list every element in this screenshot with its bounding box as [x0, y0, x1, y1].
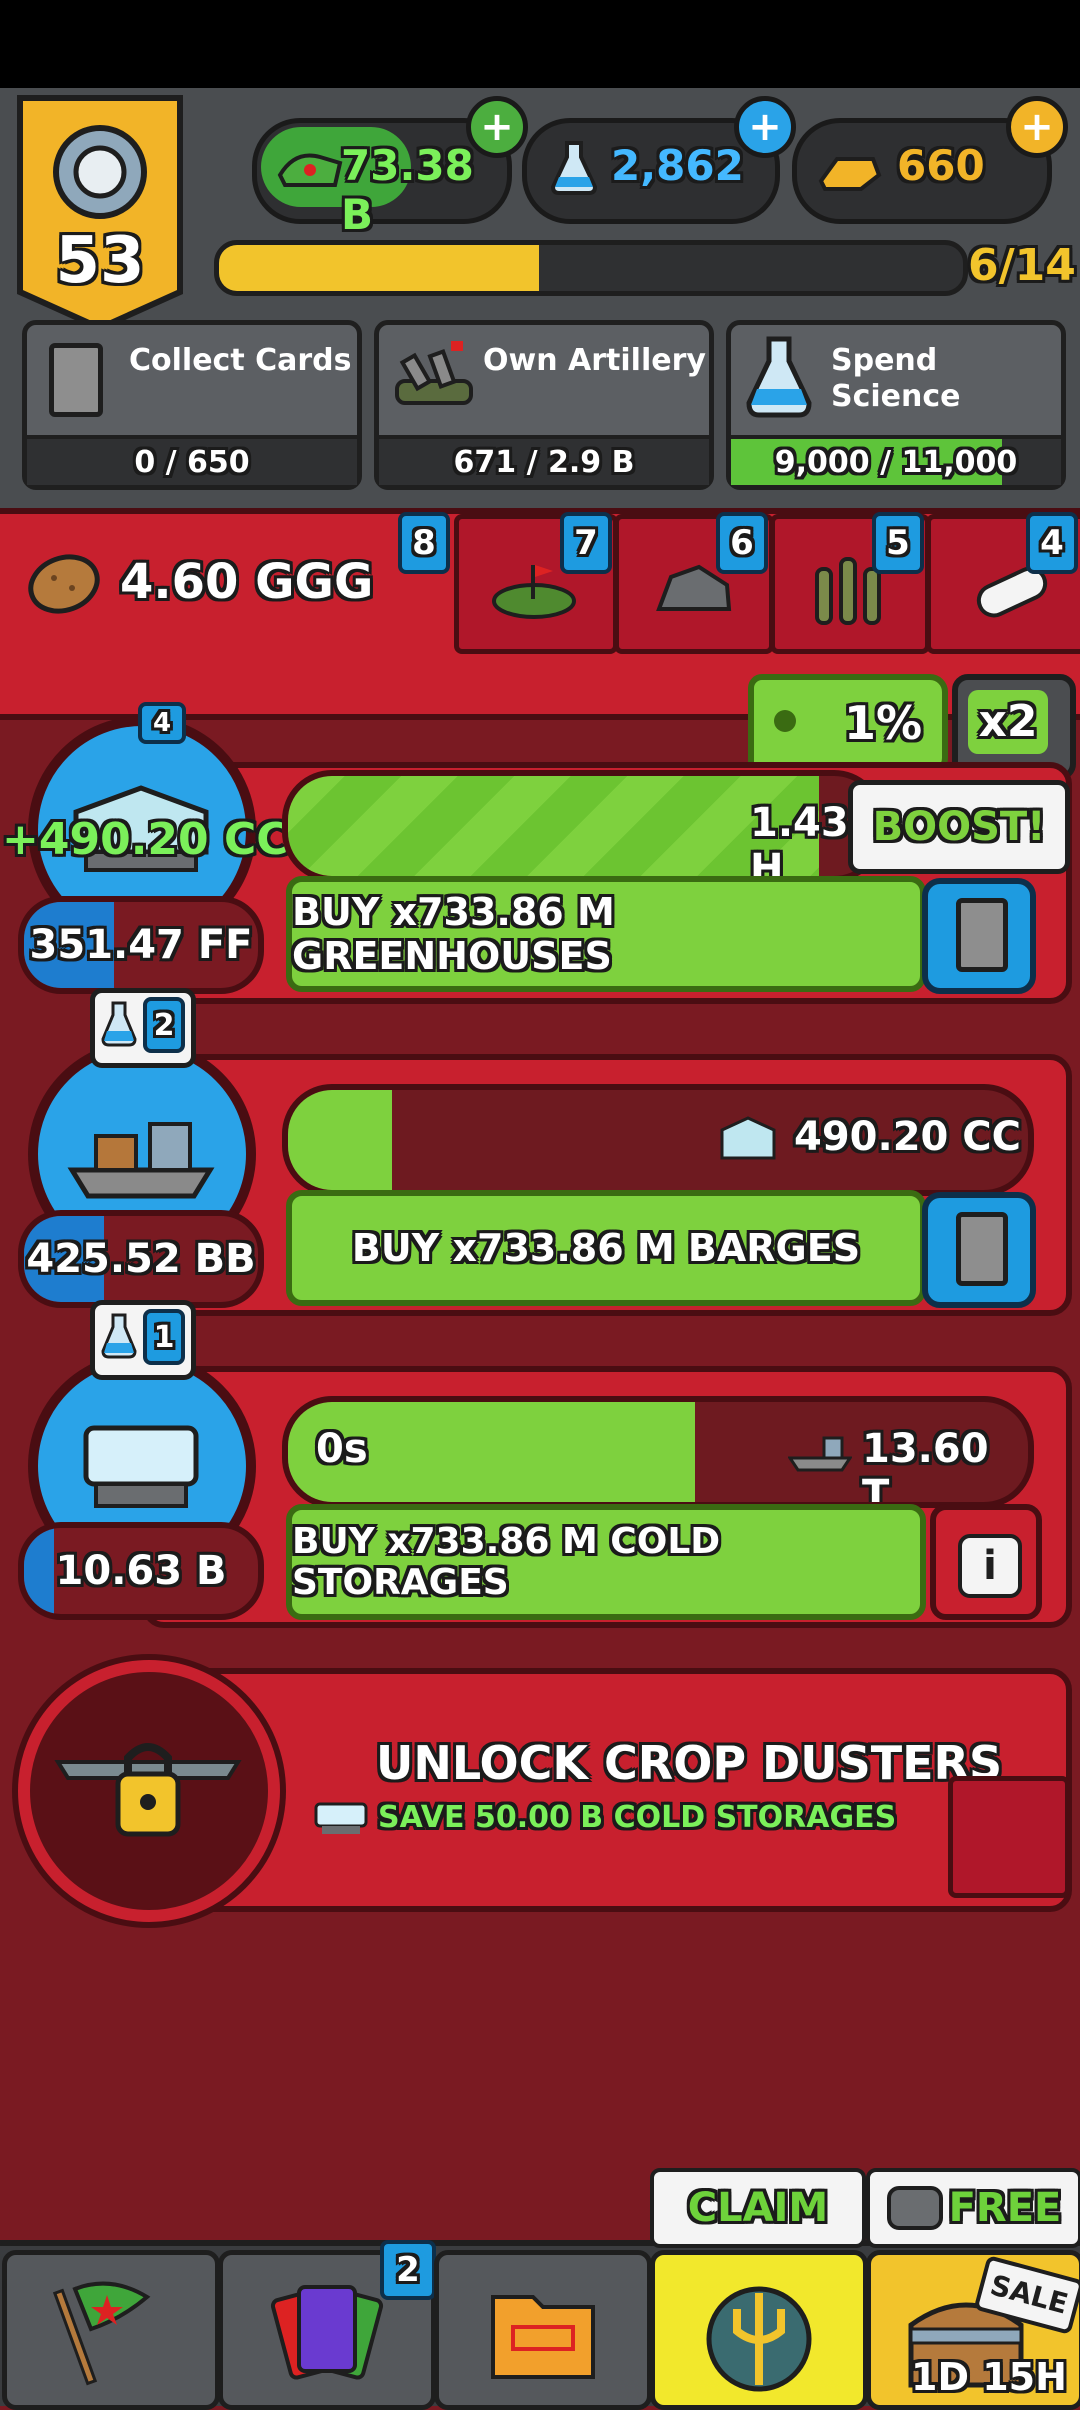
- cards-badge: 2: [380, 2240, 436, 2300]
- greenhouse-owned: 351.47 FF: [18, 896, 264, 994]
- level-number: 53: [55, 224, 145, 298]
- barge-progress: 490.20 CC: [282, 1084, 1034, 1196]
- cold-science-badge: 1: [90, 1300, 196, 1380]
- gold-bar-icon: [818, 157, 882, 191]
- tab-badge-6: 6: [716, 512, 768, 574]
- cold-storage-owned: 10.63 B: [18, 1522, 264, 1620]
- goal-progress: 671 / 2.9 B: [379, 435, 709, 485]
- cold-storage-icon: [83, 1425, 199, 1508]
- goal-progress: 0 / 650: [27, 435, 357, 485]
- barge-science-badge: 2: [90, 988, 196, 1068]
- barge-progress-text: 490.20 CC: [794, 1114, 1021, 1160]
- science-amount: 2,862: [611, 141, 744, 190]
- cold-storage-timer: 0s: [316, 1426, 368, 1472]
- science-flask-icon: [101, 1001, 137, 1047]
- goal-title: Collect Cards: [129, 343, 352, 378]
- tab-badge-5: 5: [872, 512, 924, 574]
- folder-icon: [491, 2295, 595, 2379]
- nav-missions[interactable]: [2, 2250, 220, 2410]
- greenhouse-progress: 1.43 H: [282, 770, 884, 882]
- info-icon: i: [958, 1534, 1022, 1598]
- goal-collect-cards[interactable]: Collect Cards 0 / 650: [22, 320, 362, 490]
- buy-greenhouses-label: BUY x733.86 M GREENHOUSES: [292, 890, 615, 978]
- tab-badge-8: 8: [398, 512, 450, 574]
- unlock-panel: [142, 1668, 1072, 1912]
- nav-claim-reward[interactable]: [650, 2250, 868, 2410]
- info-button[interactable]: i: [930, 1504, 1042, 1620]
- multiplier-label: x2: [968, 690, 1048, 754]
- level-progress-text: 6/14: [968, 240, 1076, 291]
- manager-card-button[interactable]: [922, 1192, 1036, 1308]
- level-progress-bar: [214, 240, 968, 296]
- sale-timer: 1D 15H: [911, 2355, 1067, 2399]
- barge-small-icon: [788, 1436, 852, 1472]
- card-icon: [956, 898, 1008, 972]
- greenhouse-owned-text: 351.47 FF: [29, 922, 253, 968]
- tab-badge-7: 7: [560, 512, 612, 574]
- boost-label: BOOST!: [872, 804, 1046, 850]
- cold-storage-progress-text: 13.60 T: [862, 1426, 989, 1508]
- free-label: FREE: [948, 2185, 1062, 2231]
- card-icon: [49, 343, 103, 417]
- cash-icon: [277, 153, 343, 187]
- artillery-icon: [395, 341, 473, 405]
- locked-crop-duster-circle[interactable]: [18, 1660, 280, 1922]
- goal-progress: 9,000 / 11,000: [731, 435, 1061, 485]
- greenhouse-small-icon: [720, 1116, 776, 1160]
- free-offer-button[interactable]: FREE: [866, 2168, 1080, 2248]
- tag-hole-icon: [774, 710, 796, 732]
- cold-storage-progress: 0s 13.60 T: [282, 1396, 1034, 1508]
- science-flask-icon: [746, 336, 812, 418]
- cold-storage-owned-text: 10.63 B: [55, 1548, 227, 1594]
- nav-research[interactable]: [434, 2250, 652, 2410]
- goal-own-artillery[interactable]: Own Artillery 671 / 2.9 B: [374, 320, 714, 490]
- barge-owned: 425.52 BB: [18, 1210, 264, 1308]
- potato-icon: [28, 554, 100, 614]
- cards-icon: [270, 2285, 384, 2380]
- add-science-button[interactable]: +: [734, 96, 796, 158]
- barge-badge-number: 2: [143, 997, 185, 1053]
- cold-badge-number: 1: [143, 1309, 185, 1365]
- gold-amount: 660: [897, 141, 985, 190]
- buy-cold-storages-button[interactable]: BUY x733.86 M COLD STORAGES: [286, 1504, 926, 1620]
- claim-label[interactable]: CLAIM: [650, 2168, 866, 2248]
- manager-card-button[interactable]: [922, 878, 1036, 994]
- flag-icon: [52, 2281, 151, 2386]
- buy-barges-label: BUY x733.86 M BARGES: [351, 1226, 861, 1270]
- barge-icon: [67, 1122, 215, 1199]
- add-cash-button[interactable]: +: [466, 96, 528, 158]
- tv-icon: [886, 2186, 943, 2230]
- buy-cold-storages-label: BUY x733.86 M COLD STORAGES: [292, 1521, 721, 1603]
- goal-title: Own Artillery: [483, 343, 706, 378]
- goal-progress-text: 9,000 / 11,000: [774, 444, 1018, 480]
- potato-amount: 4.60 GGG: [120, 554, 374, 610]
- percent-tag[interactable]: 1%: [748, 674, 948, 776]
- goal-title: Spend Science: [831, 343, 961, 414]
- status-bar: [0, 0, 1080, 88]
- barge-owned-text: 425.52 BB: [26, 1236, 256, 1282]
- tab-badge-4: 4: [1026, 512, 1078, 574]
- science-flask-icon: [550, 141, 598, 195]
- unlock-title: UNLOCK CROP DUSTERS: [376, 1736, 1003, 1790]
- nav-shop[interactable]: SALE 1D 15H: [866, 2250, 1080, 2410]
- add-gold-button[interactable]: +: [1006, 96, 1068, 158]
- card-icon: [956, 1212, 1008, 1286]
- science-flask-icon: [101, 1313, 137, 1359]
- level-banner[interactable]: 53: [10, 92, 190, 332]
- greenhouse-badge: 4: [138, 702, 186, 744]
- cold-storage-small-icon: [314, 1802, 368, 1834]
- boost-button[interactable]: BOOST!: [848, 780, 1070, 874]
- buy-greenhouses-button[interactable]: BUY x733.86 M GREENHOUSES: [286, 876, 926, 992]
- trident-medal-icon: [706, 2286, 812, 2392]
- floating-income: +490.20 CC: [2, 814, 289, 865]
- goal-spend-science[interactable]: Spend Science 9,000 / 11,000: [726, 320, 1066, 490]
- buy-barges-button[interactable]: BUY x733.86 M BARGES: [286, 1190, 926, 1306]
- padlock-icon: [54, 1743, 242, 1837]
- unlock-corner-box: [948, 1776, 1070, 1898]
- unlock-subtitle: SAVE 50.00 B COLD STORAGES: [378, 1800, 897, 1835]
- cash-amount: 73.38 B: [341, 141, 474, 239]
- percent-label: 1%: [844, 696, 923, 750]
